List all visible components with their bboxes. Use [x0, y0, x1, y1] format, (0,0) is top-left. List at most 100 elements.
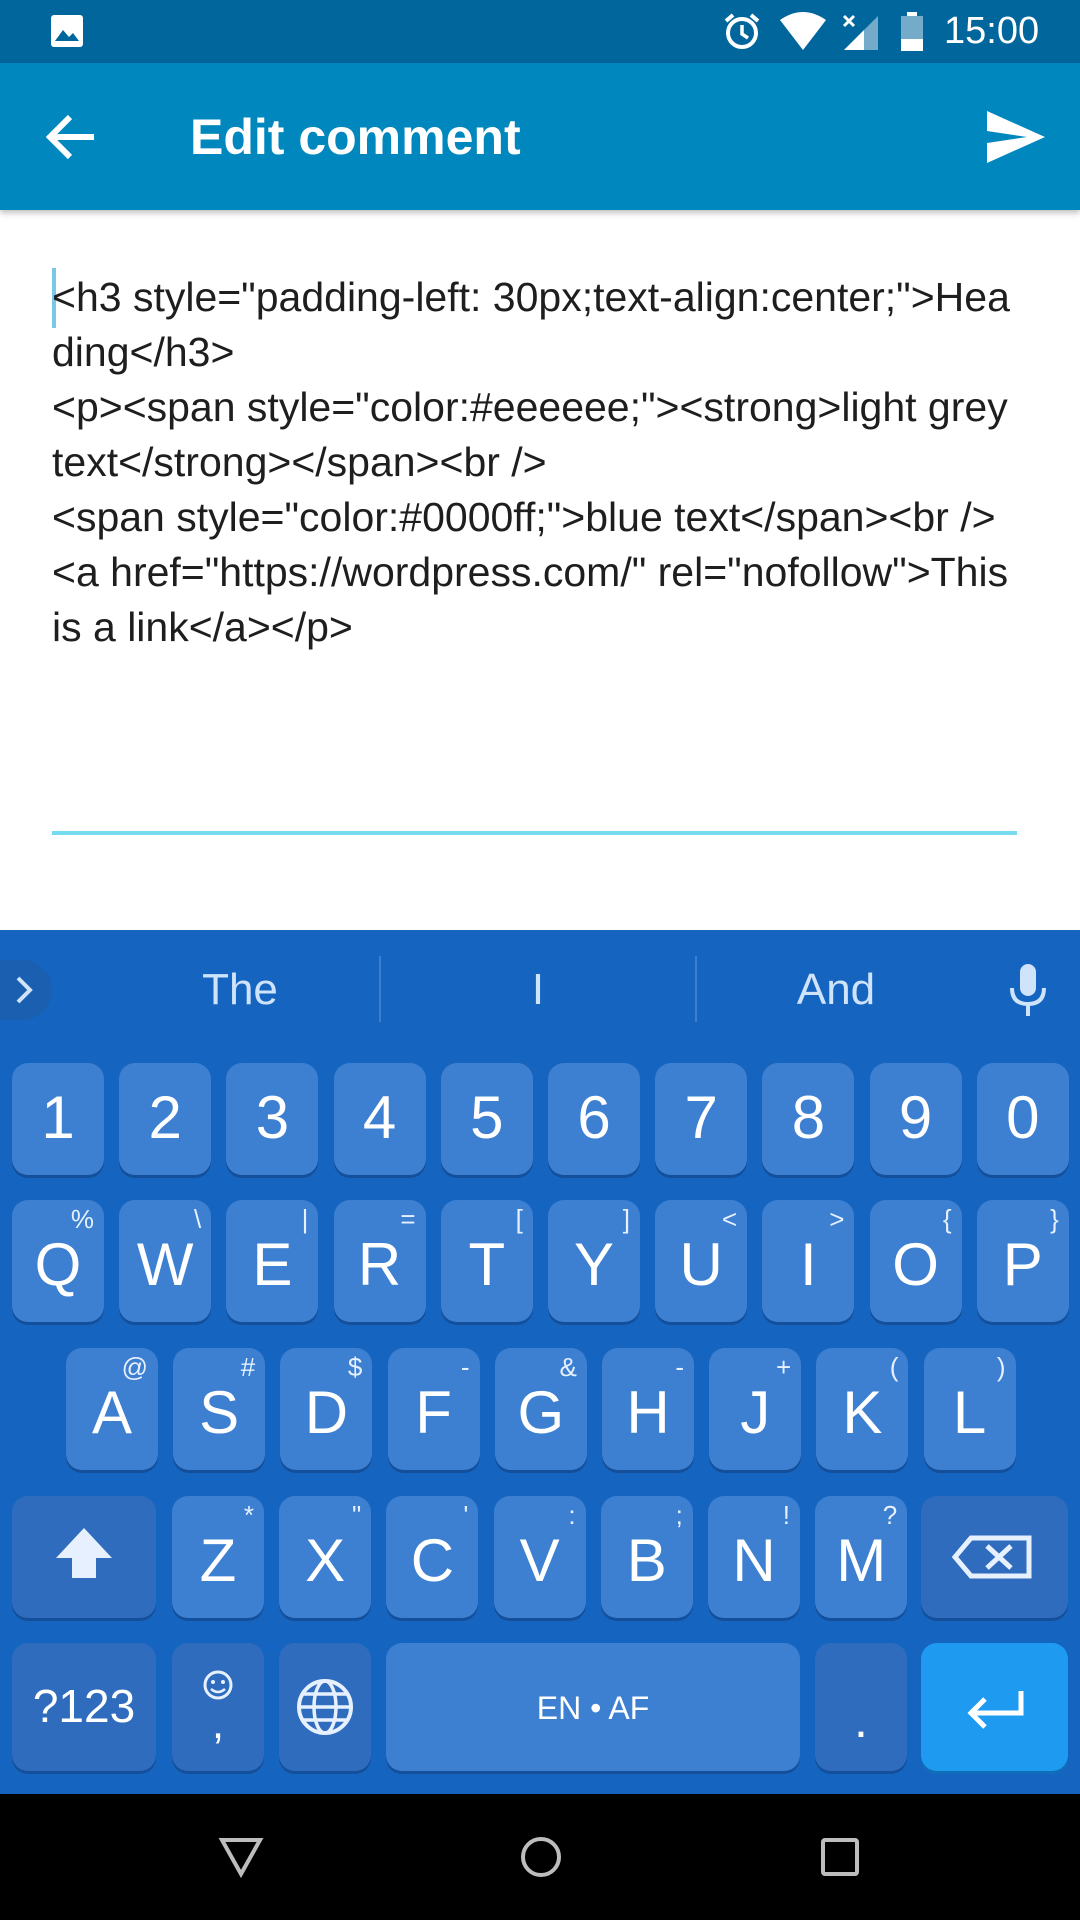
send-icon[interactable] [985, 107, 1047, 167]
key-1[interactable]: 1 [12, 1063, 104, 1175]
key-hint: # [240, 1352, 256, 1382]
key-a[interactable]: A @ [66, 1348, 158, 1470]
key-hint: ) [996, 1352, 1006, 1382]
microphone-icon[interactable] [1005, 960, 1051, 1020]
key-w[interactable]: W \ [119, 1200, 212, 1322]
key-hint: ! [782, 1500, 790, 1530]
symbols-key[interactable]: ?123 [12, 1643, 156, 1771]
key-label: 3 [255, 1084, 290, 1151]
key-3[interactable]: 3 [226, 1063, 319, 1175]
key-c[interactable]: C ' [386, 1496, 479, 1618]
page-title: Edit comment [190, 109, 521, 165]
key-d[interactable]: D $ [280, 1348, 373, 1470]
key-hint: [ [515, 1204, 523, 1234]
key-hint: = [400, 1204, 416, 1234]
soft-keyboard: The I And 1 2 3 4 5 6 7 8 9 0 Q% W \ E | R = T[Y] U < I > O{P}… [0, 930, 1080, 1794]
key-label: F [415, 1379, 452, 1446]
enter-key[interactable] [921, 1643, 1068, 1771]
key-o[interactable]: O{ [869, 1200, 962, 1322]
key-hint: % [70, 1204, 94, 1234]
suggestion-divider [695, 956, 697, 1022]
key-hint: @ [121, 1352, 148, 1382]
key-hint: | [301, 1204, 309, 1234]
key-0[interactable]: 0 [976, 1063, 1069, 1175]
key-label: 7 [684, 1084, 718, 1151]
key-k[interactable]: K( [816, 1348, 909, 1470]
key-u[interactable]: U < [655, 1200, 748, 1322]
key-t[interactable]: T[ [440, 1200, 533, 1322]
suggestion-3[interactable]: And [716, 958, 956, 1022]
app-bar: Edit comment [0, 63, 1080, 210]
key-label: 8 [791, 1084, 826, 1151]
space-key[interactable]: EN • AF [386, 1643, 800, 1771]
back-arrow-icon[interactable] [42, 109, 102, 165]
comment-text-field[interactable]: <h3 style="padding-left: 30px;text-align… [52, 270, 1022, 655]
expand-suggestions-button[interactable] [0, 960, 52, 1020]
emoji-comma-key[interactable]: , [172, 1643, 264, 1771]
key-i[interactable]: I > [762, 1200, 855, 1322]
key-label: EN • AF [536, 1690, 650, 1726]
key-f[interactable]: F- [387, 1348, 480, 1470]
key-e[interactable]: E | [226, 1200, 319, 1322]
key-label: 5 [470, 1084, 504, 1151]
key-5[interactable]: 5 [440, 1063, 533, 1175]
key-s[interactable]: S # [173, 1348, 266, 1470]
key-7[interactable]: 7 [655, 1063, 748, 1175]
key-label: H [626, 1379, 670, 1446]
key-label: O [892, 1231, 939, 1298]
key-hint: ' [463, 1500, 469, 1530]
suggestion-strip: The I And [0, 930, 1080, 1050]
key-hint: ? [882, 1500, 898, 1530]
key-z[interactable]: Z * [172, 1496, 264, 1618]
comment-editor[interactable]: <h3 style="padding-left: 30px;text-align… [0, 210, 1080, 930]
key-m[interactable]: M? [815, 1496, 908, 1618]
key-hint: & [559, 1352, 577, 1382]
key-2[interactable]: 2 [119, 1063, 212, 1175]
key-hint: ] [622, 1204, 630, 1234]
key-v[interactable]: V: [493, 1496, 586, 1618]
key-label: K [842, 1379, 883, 1446]
period-key[interactable]: . [815, 1643, 907, 1771]
key-l[interactable]: L) [923, 1348, 1016, 1470]
key-hint: * [243, 1500, 254, 1530]
gallery-icon [51, 15, 83, 47]
key-hint: { [942, 1204, 952, 1234]
key-b[interactable]: B; [600, 1496, 693, 1618]
key-6[interactable]: 6 [548, 1063, 640, 1175]
key-label: A [91, 1379, 133, 1446]
battery-icon [901, 12, 923, 51]
key-hint: > [829, 1204, 845, 1234]
recents-nav-icon[interactable] [817, 1834, 863, 1880]
shift-key[interactable] [12, 1496, 156, 1618]
key-hint: $ [347, 1352, 363, 1382]
suggestion-1[interactable]: The [120, 958, 360, 1022]
key-y[interactable]: Y] [548, 1200, 640, 1322]
language-key[interactable] [279, 1643, 371, 1771]
key-j[interactable]: J + [709, 1348, 802, 1470]
key-h[interactable]: H- [602, 1348, 694, 1470]
key-4[interactable]: 4 [333, 1063, 426, 1175]
suggestion-2[interactable]: I [418, 958, 658, 1022]
key-n[interactable]: N! [708, 1496, 800, 1618]
chevron-right-icon [16, 976, 33, 1004]
key-label: R [357, 1231, 402, 1298]
key-label: P [1002, 1231, 1043, 1298]
key-label: L [952, 1379, 987, 1446]
key-q[interactable]: Q% [12, 1200, 104, 1322]
key-r[interactable]: R = [333, 1200, 426, 1322]
key-label: . [854, 1692, 868, 1748]
key-label: Q [34, 1231, 82, 1298]
key-8[interactable]: 8 [762, 1063, 855, 1175]
key-9[interactable]: 9 [869, 1063, 962, 1175]
key-p[interactable]: P} [976, 1200, 1069, 1322]
status-bar: 15:00 [0, 0, 1080, 63]
key-x[interactable]: X " [279, 1496, 372, 1618]
key-label: Y [573, 1231, 615, 1298]
key-hint: + [776, 1352, 792, 1382]
backspace-key[interactable] [921, 1496, 1068, 1618]
back-nav-icon[interactable] [218, 1834, 264, 1880]
key-g[interactable]: G & [494, 1348, 587, 1470]
key-label: Z [199, 1527, 237, 1594]
key-label: 2 [148, 1084, 182, 1151]
home-nav-icon[interactable] [518, 1834, 564, 1880]
